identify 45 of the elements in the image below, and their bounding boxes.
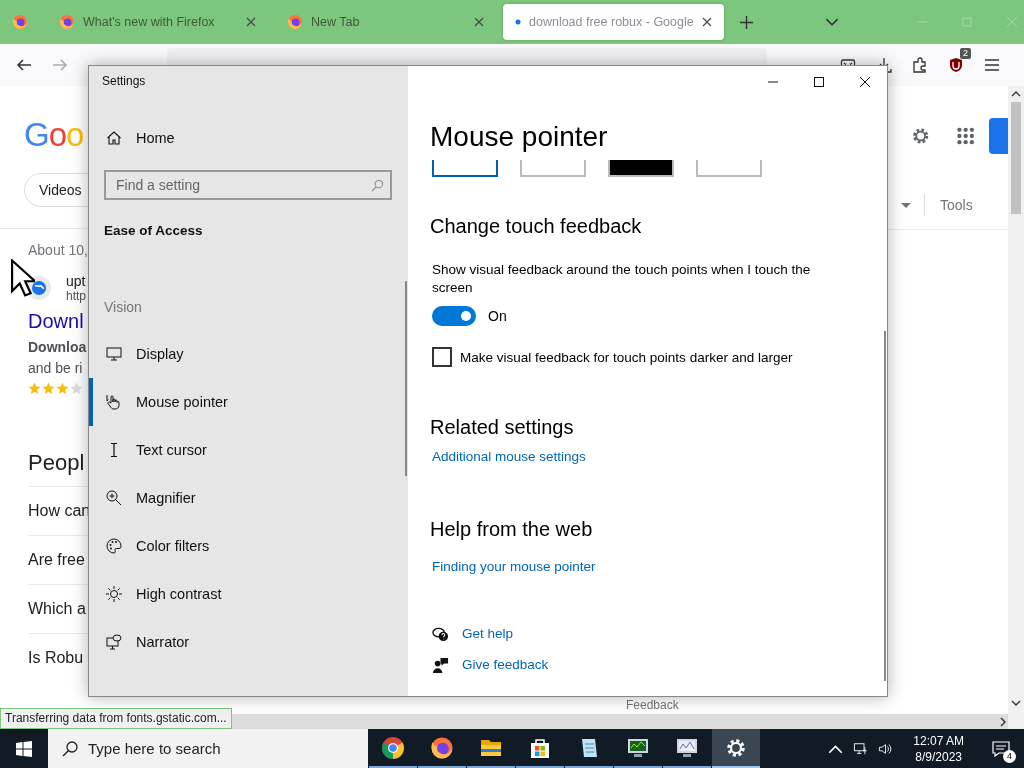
- description-text: Show visual feedback around the touch points when I touch the screen: [431, 261, 812, 297]
- snippet-text: and be ri: [28, 360, 84, 376]
- tab-title: download free robux - Google: [529, 15, 695, 29]
- count-badge: 4: [1003, 749, 1016, 763]
- clock[interactable]: 12:07 AM 8/9/2023: [913, 732, 964, 765]
- window-title: Settings: [101, 73, 147, 90]
- nav-item[interactable]: Text cursor: [89, 426, 408, 474]
- search-field[interactable]: Find a setting: [104, 170, 392, 200]
- section-heading: Help from the web: [430, 517, 593, 542]
- section-heading: Related settings: [430, 415, 574, 440]
- result-link[interactable]: Downl: [28, 310, 88, 333]
- feedback-link[interactable]: Give feedback: [462, 656, 549, 674]
- section-heading: Peopl: [28, 450, 86, 476]
- nav-item[interactable]: Narrator: [89, 618, 408, 666]
- tools-button[interactable]: Tools: [940, 197, 973, 213]
- help-link[interactable]: Finding your mouse pointer: [432, 559, 596, 574]
- page-title: Mouse pointer: [430, 120, 608, 154]
- result-stats: About 10,: [28, 242, 88, 258]
- browser-tab[interactable]: What's new with Firefox: [47, 4, 268, 40]
- site-name: upt: [66, 273, 86, 289]
- feedback-link[interactable]: Feedback: [626, 698, 888, 712]
- search-field[interactable]: Type here to search: [48, 729, 368, 768]
- nav-item[interactable]: Magnifier: [89, 474, 408, 522]
- nav-item[interactable]: Color filters: [89, 522, 408, 570]
- question-item[interactable]: Which a: [28, 584, 88, 633]
- nav-item[interactable]: Display: [89, 330, 408, 378]
- browser-tab[interactable]: New Tab: [275, 4, 496, 40]
- checkbox-label: Make visual feedback for touch points darker and larger: [460, 349, 793, 365]
- group-label: Vision: [104, 298, 143, 316]
- tab-title: New Tab: [311, 15, 361, 29]
- help-link[interactable]: Get help: [462, 625, 514, 643]
- tab-title: What's new with Firefox: [83, 15, 216, 29]
- section-heading: Change touch feedback: [430, 214, 642, 239]
- snippet-text: Downloa: [28, 339, 88, 355]
- count-badge: 2: [960, 48, 971, 59]
- site-url: http: [66, 289, 86, 303]
- settings-link[interactable]: Additional mouse settings: [432, 449, 586, 464]
- home-nav-item[interactable]: Home: [89, 118, 408, 158]
- section-title: Ease of Access: [104, 222, 204, 240]
- toggle-label: On: [488, 308, 507, 324]
- status-tooltip: Transferring data from fonts.gstatic.com...: [0, 708, 232, 729]
- question-item[interactable]: Is Robu: [28, 633, 88, 682]
- logo-text[interactable]: Goo: [24, 115, 88, 155]
- question-item[interactable]: Are free: [28, 535, 88, 584]
- nav-item[interactable]: High contrast: [89, 570, 408, 618]
